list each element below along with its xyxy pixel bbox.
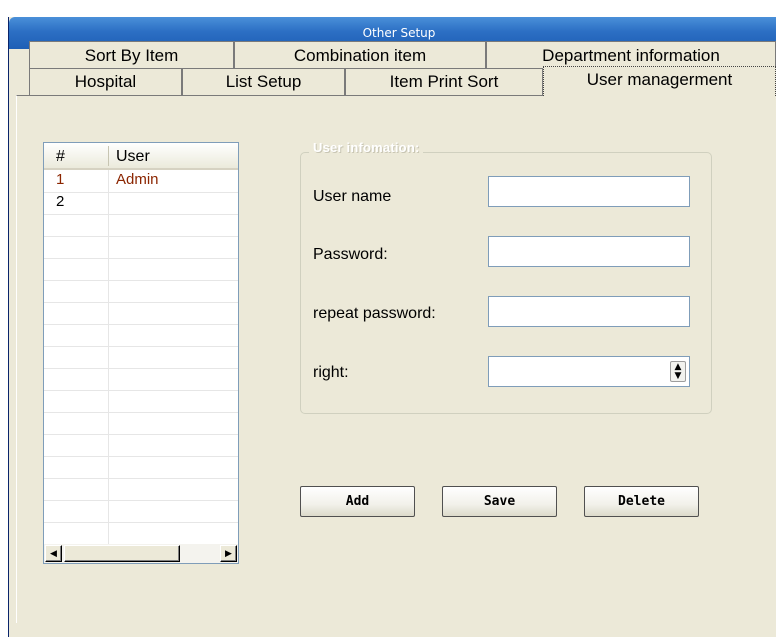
- empty-row: [44, 412, 238, 435]
- user-list-header: # User: [44, 143, 238, 170]
- right-select[interactable]: ▲ ▼: [488, 356, 690, 387]
- user-list[interactable]: # User 1 Admin 2 ◀ ▶: [43, 142, 239, 564]
- delete-button[interactable]: Delete: [584, 486, 699, 517]
- empty-row: [44, 522, 238, 544]
- empty-row: [44, 390, 238, 413]
- empty-row: [44, 258, 238, 281]
- up-down-arrows-icon[interactable]: ▲ ▼: [670, 361, 686, 382]
- list-item[interactable]: 2: [44, 192, 238, 215]
- empty-row: [44, 500, 238, 523]
- right-label: right:: [313, 364, 349, 381]
- empty-row: [44, 236, 238, 259]
- user-name-input[interactable]: [488, 176, 690, 207]
- scroll-right-icon[interactable]: ▶: [220, 545, 237, 562]
- tab-sort-by-item[interactable]: Sort By Item: [29, 41, 234, 68]
- empty-row: [44, 478, 238, 501]
- add-button[interactable]: Add: [300, 486, 415, 517]
- tab-hospital[interactable]: Hospital: [29, 68, 182, 95]
- tab-department-information[interactable]: Department information: [486, 41, 776, 68]
- empty-row: [44, 456, 238, 479]
- row-number: 1: [56, 171, 65, 188]
- empty-row: [44, 302, 238, 325]
- empty-row: [44, 324, 238, 347]
- save-button[interactable]: Save: [442, 486, 557, 517]
- password-input[interactable]: [488, 236, 690, 267]
- tab-combination-item[interactable]: Combination item: [234, 41, 486, 68]
- empty-row: [44, 214, 238, 237]
- column-separator[interactable]: [108, 146, 109, 166]
- scroll-left-icon[interactable]: ◀: [45, 545, 62, 562]
- empty-row: [44, 434, 238, 457]
- repeat-password-label: repeat password:: [313, 305, 436, 322]
- row-number: 2: [56, 193, 65, 210]
- password-label: Password:: [313, 246, 388, 263]
- row-user: Admin: [116, 171, 159, 188]
- empty-row: [44, 368, 238, 391]
- scrollbar-thumb[interactable]: [64, 545, 180, 562]
- tab-user-managerment[interactable]: User managerment: [543, 66, 776, 96]
- tab-list-setup[interactable]: List Setup: [182, 68, 345, 95]
- column-header-number[interactable]: #: [56, 143, 65, 170]
- horizontal-scrollbar[interactable]: ◀ ▶: [44, 544, 238, 563]
- user-information-title: User infomation:: [309, 140, 424, 155]
- list-item[interactable]: 1 Admin: [44, 170, 238, 193]
- empty-row: [44, 346, 238, 369]
- tab-item-print-sort[interactable]: Item Print Sort: [345, 68, 543, 95]
- user-name-label: User name: [313, 188, 392, 205]
- column-header-user[interactable]: User: [116, 143, 150, 170]
- empty-row: [44, 280, 238, 303]
- repeat-password-input[interactable]: [488, 296, 690, 327]
- user-list-rows: 1 Admin 2: [44, 170, 238, 544]
